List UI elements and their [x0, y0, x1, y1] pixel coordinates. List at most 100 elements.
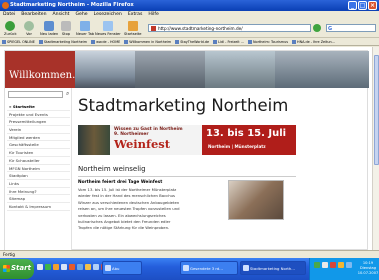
bookmark-item[interactable]: Lidl - Freizeit ...: [213, 40, 244, 46]
article-title[interactable]: Northeim feiert drei Tage Weinfest: [78, 180, 162, 185]
bookmark-icon: [213, 40, 218, 45]
weinfest-banner[interactable]: Wissen zu Gast in Northeim 9. Northeimer…: [78, 125, 296, 155]
volume-icon[interactable]: [322, 262, 328, 268]
bookmark-item[interactable]: Northeim: Tourismus: [247, 40, 288, 46]
header-banner: Willkommen.: [5, 51, 369, 88]
sidebar-item[interactable]: Stadtplan: [7, 172, 70, 180]
bookmark-item[interactable]: Stadtmarketing Northeim: [38, 40, 88, 46]
welcome-panel: Willkommen.: [5, 51, 75, 88]
tray-icon[interactable]: [346, 262, 352, 268]
quick-launch-icon[interactable]: [93, 264, 99, 270]
sidebar-item[interactable]: » Startseite: [7, 103, 70, 111]
quick-launch-icon[interactable]: [77, 264, 83, 270]
quick-launch-icon[interactable]: [53, 264, 59, 270]
firefox-icon: [2, 2, 9, 9]
vertical-scrollbar[interactable]: [372, 47, 379, 250]
sidebar-item[interactable]: MFGN Northeim: [7, 165, 70, 173]
site-search-input[interactable]: [8, 91, 63, 98]
minimize-button[interactable]: _: [348, 1, 357, 10]
back-button[interactable]: Zurück: [4, 21, 17, 36]
new-tab-label: Neuer Tab: [76, 32, 95, 36]
quick-launch-icon[interactable]: [61, 264, 67, 270]
url-bar[interactable]: http://www.stadtmarketing-northeim.de/: [148, 24, 311, 32]
home-button[interactable]: Startseite: [124, 21, 141, 36]
menu-file[interactable]: Datei: [3, 12, 15, 19]
menu-help[interactable]: Hilfe: [148, 12, 158, 19]
banner-photo: [205, 51, 275, 88]
clock-date: 10.07.2007: [357, 271, 379, 275]
quick-launch-icon[interactable]: [85, 264, 91, 270]
quick-launch-icon[interactable]: [69, 264, 75, 270]
sidebar-item[interactable]: Ihre Meinung?: [7, 188, 70, 196]
close-button[interactable]: ×: [368, 1, 377, 10]
windows-logo-icon: [3, 265, 10, 272]
browser-viewport: Willkommen. ⌕ » Startseite Projekte und E…: [0, 47, 372, 250]
reload-button[interactable]: Neu laden: [40, 21, 58, 36]
menu-edit[interactable]: Bearbeiten: [21, 12, 46, 19]
reload-label: Neu laden: [40, 32, 59, 36]
article-body: Vom 13. bis 15. Juli ist der Northeimer …: [78, 187, 216, 232]
menu-tools[interactable]: Extras: [128, 12, 143, 19]
ad-dates: 13. bis 15. Juli: [206, 128, 287, 139]
sidebar-item[interactable]: Sitemap: [7, 195, 70, 203]
mail-icon: [183, 265, 189, 271]
bookmark-item[interactable]: HNA.de - Ihre Zeitun...: [292, 40, 335, 46]
back-arrow-icon: [5, 21, 16, 31]
scrollbar-thumb[interactable]: [374, 55, 379, 165]
start-label: Start: [11, 264, 31, 272]
bookmark-item[interactable]: SPIEGEL ONLINE: [2, 40, 35, 46]
sidebar-item[interactable]: Kontakt & Impressum: [7, 203, 70, 211]
go-button[interactable]: [313, 24, 321, 32]
forward-button[interactable]: Vor: [24, 21, 34, 36]
google-icon: G: [328, 25, 333, 32]
sidebar-item[interactable]: Pressemitteilungen: [7, 118, 70, 127]
menu-view[interactable]: Ansicht: [53, 12, 70, 19]
stop-button[interactable]: Stop: [61, 21, 71, 36]
maximize-button[interactable]: □: [358, 1, 367, 10]
reload-icon: [44, 21, 55, 31]
new-tab-button[interactable]: Neuer Tab: [76, 21, 94, 36]
security-icon[interactable]: [330, 262, 336, 268]
sidebar-item[interactable]: Links: [7, 180, 70, 188]
sidebar-item[interactable]: für Schausteller: [7, 157, 70, 165]
forward-label: Vor: [26, 32, 32, 36]
network-icon[interactable]: [314, 262, 320, 268]
sidebar-item[interactable]: Mitglied werden: [7, 134, 70, 142]
sidebar-item[interactable]: Verein: [7, 126, 70, 134]
search-icon[interactable]: ⌕: [66, 90, 69, 98]
bookmark-icon: [91, 40, 96, 45]
clock[interactable]: 10:19 Dienstag 10.07.2007: [357, 261, 379, 276]
bookmark-item[interactable]: StayTheWorld.de: [175, 40, 209, 46]
ad-location: Northeim | Münsterplatz: [208, 144, 266, 149]
bookmark-icon: [175, 40, 180, 45]
window-titlebar: Stadtmarketing Northeim - Mozilla Firefo…: [0, 0, 379, 11]
web-page: Willkommen. ⌕ » Startseite Projekte und E…: [4, 50, 369, 250]
article-line: Tropfen die nötige Stärkung für die Wein…: [78, 225, 170, 231]
wine-bottles-image: [78, 125, 110, 155]
sidebar-item[interactable]: Geschäftsstelle: [7, 141, 70, 150]
section-divider: [78, 176, 296, 177]
menu-bookmarks[interactable]: Lesezeichen: [94, 12, 122, 19]
bookmark-label: Stadtmarketing Northeim: [43, 40, 88, 45]
bookmark-item[interactable]: Willkommen in Northeim: [124, 40, 171, 46]
sidebar-item[interactable]: Projekte und Events: [7, 111, 70, 119]
taskbar-item[interactable]: Abu: [102, 261, 142, 275]
folder-icon: [105, 265, 111, 271]
new-window-button[interactable]: Neues Fenster: [95, 21, 121, 36]
quick-launch-icon[interactable]: [45, 264, 51, 270]
sidebar-item[interactable]: für Touristen: [7, 149, 70, 157]
quick-launch: [37, 264, 107, 270]
stop-label: Stop: [61, 32, 71, 36]
back-label: Zurück: [4, 32, 17, 36]
quick-launch-icon[interactable]: [37, 264, 43, 270]
taskbar-item[interactable]: Stadtmarketing North...: [240, 261, 306, 275]
bookmarks-bar: SPIEGEL ONLINE Stadtmarketing Northeim w…: [0, 38, 379, 46]
bookmark-item[interactable]: ww.de - HOME: [91, 40, 120, 46]
firefox-icon: [243, 265, 249, 271]
start-button[interactable]: Start: [0, 259, 34, 279]
update-icon[interactable]: [338, 262, 344, 268]
taskbar-item[interactable]: Gesendete 3 rd...: [180, 261, 238, 275]
search-input[interactable]: G: [326, 24, 376, 32]
window-controls: _ □ ×: [348, 1, 377, 10]
menu-go[interactable]: Gehe: [75, 12, 87, 19]
